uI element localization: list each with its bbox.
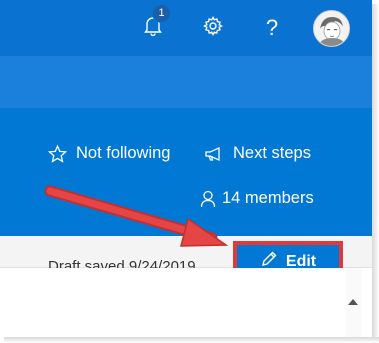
gear-icon bbox=[203, 15, 223, 41]
scroll-up-button[interactable] bbox=[346, 294, 360, 308]
site-window: 1 ? Not following Next steps 14 members … bbox=[0, 0, 372, 337]
megaphone-icon bbox=[204, 146, 224, 162]
page-content bbox=[0, 268, 372, 337]
window-shadow-bottom bbox=[4, 337, 379, 343]
site-header-area bbox=[0, 108, 372, 236]
next-steps-label: Next steps bbox=[233, 144, 311, 162]
caret-up-icon bbox=[348, 292, 358, 310]
help-icon: ? bbox=[265, 15, 279, 40]
notification-count-badge: 1 bbox=[153, 5, 170, 22]
window-shadow-right bbox=[372, 4, 379, 343]
avatar[interactable] bbox=[313, 10, 350, 47]
members-label: 14 members bbox=[222, 189, 314, 207]
follow-button[interactable]: Not following bbox=[48, 144, 170, 163]
next-steps-button[interactable]: Next steps bbox=[204, 144, 311, 163]
person-icon bbox=[200, 190, 216, 208]
star-icon bbox=[48, 144, 67, 163]
help-button[interactable]: ? bbox=[256, 12, 288, 44]
site-navigation-bar bbox=[0, 56, 372, 108]
settings-button[interactable] bbox=[197, 12, 229, 44]
follow-label: Not following bbox=[76, 144, 171, 162]
avatar-image bbox=[314, 11, 349, 46]
members-button[interactable]: 14 members bbox=[200, 189, 314, 208]
